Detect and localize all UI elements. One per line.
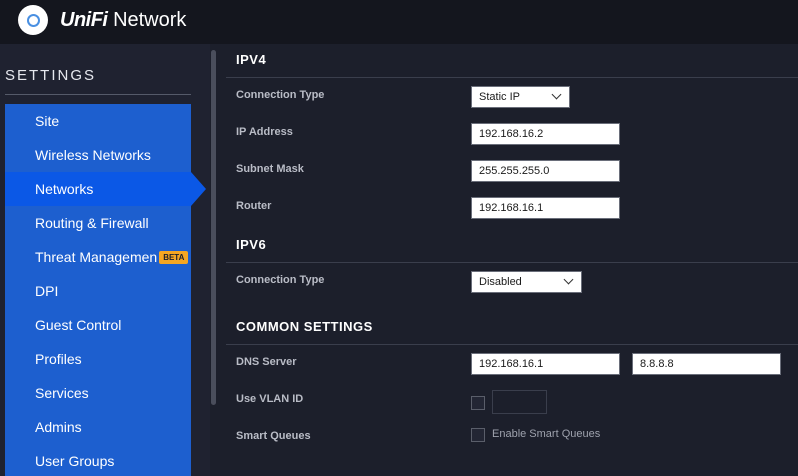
router-label: Router [236, 200, 272, 212]
ipv6-section-title: IPV6 [236, 237, 267, 252]
sidebar-item-profiles[interactable]: Profiles [5, 342, 191, 376]
ipv6-divider [226, 262, 798, 263]
sidebar-item-networks[interactable]: Networks [5, 172, 206, 206]
top-bar: UniFi Network [0, 0, 798, 44]
vlan-id-input[interactable] [492, 390, 547, 414]
sidebar-item-threat-management[interactable]: Threat Managemen BETA [5, 240, 191, 274]
ipv4-divider [226, 77, 798, 78]
dns-secondary-input[interactable] [632, 353, 781, 375]
ipv4-connection-type-value: Static IP [479, 91, 520, 103]
sidebar-item-label: Wireless Networks [35, 147, 151, 163]
sidebar: SETTINGS Site Wireless Networks Networks… [0, 44, 210, 476]
sidebar-item-label: Site [35, 113, 60, 129]
subnet-mask-label: Subnet Mask [236, 163, 304, 175]
sidebar-item-label: Services [35, 385, 89, 401]
sidebar-item-wireless-networks[interactable]: Wireless Networks [5, 138, 191, 172]
settings-divider [5, 94, 191, 95]
brand-title: UniFi Network [60, 9, 186, 32]
dns-primary-input[interactable] [471, 353, 620, 375]
sidebar-item-label: Guest Control [35, 317, 122, 333]
subnet-mask-input[interactable] [471, 160, 620, 182]
sidebar-item-label: Routing & Firewall [35, 215, 149, 231]
ip-address-input[interactable] [471, 123, 620, 145]
smart-queues-checkbox[interactable] [471, 428, 485, 442]
common-settings-title: COMMON SETTINGS [236, 319, 373, 334]
smart-queues-label: Smart Queues [236, 430, 311, 442]
enable-smart-queues-label[interactable]: Enable Smart Queues [492, 428, 600, 440]
chevron-down-icon [551, 89, 562, 100]
ipv6-connection-type-value: Disabled [479, 276, 522, 288]
ipv4-connection-type-label: Connection Type [236, 89, 325, 101]
brand-network: Network [113, 9, 187, 31]
unifi-logo-icon[interactable] [18, 5, 48, 35]
sidebar-item-user-groups[interactable]: User Groups [5, 444, 191, 476]
sidebar-item-label: Profiles [35, 351, 82, 367]
sidebar-item-admins[interactable]: Admins [5, 410, 191, 444]
sidebar-item-routing-firewall[interactable]: Routing & Firewall [5, 206, 191, 240]
use-vlan-checkbox[interactable] [471, 396, 485, 410]
ipv6-connection-type-label: Connection Type [236, 274, 325, 286]
router-input[interactable] [471, 197, 620, 219]
ipv4-connection-type-select[interactable]: Static IP [471, 86, 570, 108]
sidebar-item-label: Threat Managemen [35, 249, 158, 265]
sidebar-item-label: User Groups [35, 453, 115, 469]
sidebar-scrollbar[interactable] [211, 50, 216, 405]
sidebar-item-guest-control[interactable]: Guest Control [5, 308, 191, 342]
ipv4-section-title: IPV4 [236, 52, 267, 67]
ip-address-label: IP Address [236, 126, 293, 138]
sidebar-item-services[interactable]: Services [5, 376, 191, 410]
settings-title: SETTINGS [5, 67, 97, 84]
brand-uni: UniFi [60, 9, 108, 31]
settings-nav: Site Wireless Networks Networks Routing … [5, 104, 206, 476]
ipv6-connection-type-select[interactable]: Disabled [471, 271, 582, 293]
sidebar-item-dpi[interactable]: DPI [5, 274, 191, 308]
sidebar-item-label: Admins [35, 419, 82, 435]
beta-badge: BETA [159, 251, 189, 264]
dns-server-label: DNS Server [236, 356, 297, 368]
network-settings-form: IPV4 Connection Type Static IP IP Addres… [226, 44, 798, 476]
sidebar-item-label: Networks [35, 181, 94, 197]
chevron-down-icon [563, 274, 574, 285]
sidebar-item-label: DPI [35, 283, 59, 299]
use-vlan-id-label: Use VLAN ID [236, 393, 304, 405]
common-settings-divider [226, 344, 798, 345]
sidebar-item-site[interactable]: Site [5, 104, 191, 138]
